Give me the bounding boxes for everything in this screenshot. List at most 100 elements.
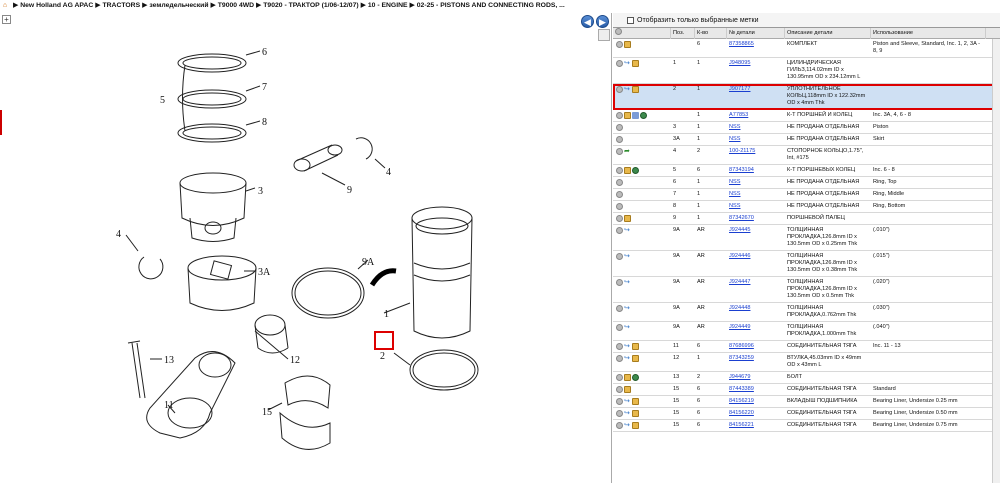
diagram-pane[interactable]: + ◀ ▶ 6 7 8 5 4 9 3 4 3A 9A 1 2 13 12 11… (0, 13, 612, 483)
table-row[interactable]: 15 6 87443389 СОЕДИНИТЕЛЬНАЯ ТЯГА Standard (613, 384, 1000, 396)
table-row[interactable]: ↪ 2 1 J907177 УПЛОТНИТЕЛЬНОЕ КОЛЬЦ,118mm ID … (613, 84, 1000, 110)
gear-icon[interactable] (616, 398, 623, 405)
table-row[interactable]: ↪ 12 1 87343259 ВТУЛКА,45.03mm ID x 49mm OD … (613, 353, 1000, 372)
table-row[interactable]: 13 2 J944679 БОЛТ (613, 372, 1000, 384)
highlighted-callout-box[interactable] (374, 331, 394, 350)
box-icon[interactable] (632, 343, 639, 350)
settings-icon[interactable] (615, 27, 622, 35)
table-row[interactable]: ↪ 1 1 J948095 ЦИЛИНДРИЧЕСКАЯ ГИЛЬЗ,114.02mm … (613, 58, 1000, 84)
table-row[interactable]: 7 1 NSS НЕ ПРОДАНА ОТДЕЛЬНАЯ Ring, Middle (613, 189, 1000, 201)
table-row[interactable]: ↪ 11 6 87686996 СОЕДИНИТЕЛЬНАЯ ТЯГА Inc. 11 -… (613, 341, 1000, 353)
row-part-number[interactable]: 84156220 (729, 410, 754, 416)
row-part-number[interactable]: 84156219 (729, 398, 754, 404)
row-part-number[interactable]: A77853 (729, 112, 748, 118)
gear-icon[interactable] (616, 279, 623, 286)
box-icon[interactable] (632, 422, 639, 429)
globe-icon[interactable] (632, 167, 639, 174)
gear-icon[interactable] (616, 343, 623, 350)
filter-checkbox[interactable] (627, 16, 634, 24)
table-row[interactable]: ↪ 9A AR J924446 ТОЛЩИННАЯ ПРОКЛАДКА,126.8mm … (613, 251, 1000, 277)
gear-icon[interactable] (616, 374, 623, 381)
gear-icon[interactable] (616, 41, 623, 48)
arrow-icon[interactable]: ↪ (624, 60, 631, 67)
box-icon[interactable] (624, 41, 631, 48)
row-part-number[interactable]: NSS (729, 179, 741, 185)
table-row[interactable]: ↪ 15 6 84156219 ВКЛАДЫШ ПОДШИПНИКА Bearing Li… (613, 396, 1000, 408)
table-row[interactable]: 3A 1 NSS НЕ ПРОДАНА ОТДЕЛЬНАЯ Skirt (613, 134, 1000, 146)
table-row[interactable]: ➦ 4 2 100-21175 СТОПОРНОЕ КОЛЬЦО,1.75", Int,… (613, 146, 1000, 165)
breadcrumb-item[interactable]: TRACTORS (102, 2, 140, 9)
parts-list-scrollbar[interactable] (992, 39, 1000, 483)
row-part-number[interactable]: J924448 (729, 305, 750, 311)
breadcrumb-item[interactable]: земледельческий (149, 2, 208, 9)
box-icon[interactable] (624, 112, 631, 119)
header-icons[interactable] (613, 27, 671, 39)
box-icon[interactable] (632, 410, 639, 417)
breadcrumb-item[interactable]: 02-25 - PISTONS AND CONNECTING RODS, ... (417, 2, 565, 9)
row-part-number[interactable]: NSS (729, 203, 741, 209)
gear-icon[interactable] (616, 215, 623, 222)
box-icon[interactable] (632, 86, 639, 93)
row-part-number[interactable]: 87358865 (729, 41, 754, 47)
header-pos[interactable]: Поз. (671, 27, 695, 39)
row-part-number[interactable]: J944679 (729, 374, 750, 380)
box-icon[interactable] (632, 398, 639, 405)
gear-icon[interactable] (616, 410, 623, 417)
gear-icon[interactable] (616, 191, 623, 198)
arrow-icon[interactable]: ↪ (624, 253, 631, 260)
box-icon[interactable] (624, 167, 631, 174)
table-row[interactable]: 6 1 NSS НЕ ПРОДАНА ОТДЕЛЬНАЯ Ring, Top (613, 177, 1000, 189)
row-part-number[interactable]: J924446 (729, 253, 750, 259)
row-part-number[interactable]: J924447 (729, 279, 750, 285)
row-part-number[interactable]: 87686996 (729, 343, 754, 349)
header-description[interactable]: Описание детали (785, 27, 871, 39)
breadcrumb-item[interactable]: 10 - ENGINE (368, 2, 408, 9)
table-row[interactable]: 8 1 NSS НЕ ПРОДАНА ОТДЕЛЬНАЯ Ring, Bottom (613, 201, 1000, 213)
box-icon[interactable] (632, 60, 639, 67)
row-part-number[interactable]: J924449 (729, 324, 750, 330)
gear-icon[interactable] (616, 86, 623, 93)
arrow-icon[interactable]: ↪ (624, 398, 631, 405)
gear-icon[interactable] (616, 136, 623, 143)
gear-icon[interactable] (616, 422, 623, 429)
gear-icon[interactable] (616, 386, 623, 393)
table-row[interactable]: 5 6 87343194 К-Т ПОРШНЕВЫХ КОЛЕЦ Inc. 6 - 8 (613, 165, 1000, 177)
gear-icon[interactable] (616, 112, 623, 119)
row-part-number[interactable]: NSS (729, 124, 741, 130)
gear-icon[interactable] (616, 253, 623, 260)
home-icon[interactable]: ⌂ (3, 2, 7, 9)
arrow-icon[interactable]: ↪ (624, 305, 631, 312)
table-row[interactable]: ↪ 9A AR J924447 ТОЛЩИННАЯ ПРОКЛАДКА,126.8mm … (613, 277, 1000, 303)
row-part-number[interactable]: J907177 (729, 86, 750, 92)
row-part-number[interactable]: 87343194 (729, 167, 754, 173)
green-icon[interactable]: ➦ (624, 148, 631, 155)
table-row[interactable]: 1 A77853 К-Т ПОРШНЕЙ И КОЛЕЦ Inc. 3A, 4, 6 … (613, 110, 1000, 122)
row-part-number[interactable]: J948095 (729, 60, 750, 66)
table-row[interactable]: 6 87358865 КОМПЛЕКТ Piston and Sleeve, Stan… (613, 39, 1000, 58)
gear-icon[interactable] (616, 324, 623, 331)
table-row[interactable]: ↪ 9A AR J924449 ТОЛЩИННАЯ ПРОКЛАДКА,1.000mm … (613, 322, 1000, 341)
gear-icon[interactable] (616, 148, 623, 155)
table-row[interactable]: 9 1 87342670 ПОРШНЕВОЙ ПАЛЕЦ (613, 213, 1000, 225)
box-icon[interactable] (624, 215, 631, 222)
arrow-icon[interactable]: ↪ (624, 343, 631, 350)
row-part-number[interactable]: 84156221 (729, 422, 754, 428)
header-qty[interactable]: К-во (695, 27, 727, 39)
breadcrumb-item[interactable]: T9020 - ТРАКТОР (1/06-12/07) (263, 2, 358, 9)
row-part-number[interactable]: 100-21175 (729, 148, 755, 154)
row-part-number[interactable]: 87342670 (729, 215, 754, 221)
table-row[interactable]: ↪ 9A AR J924445 ТОЛЩИННАЯ ПРОКЛАДКА,126.8mm … (613, 225, 1000, 251)
arrow-icon[interactable]: ↪ (624, 355, 631, 362)
row-part-number[interactable]: 87343259 (729, 355, 754, 361)
header-part-number[interactable]: № детали (727, 27, 785, 39)
table-row[interactable]: 3 1 NSS НЕ ПРОДАНА ОТДЕЛЬНАЯ Piston (613, 122, 1000, 134)
table-row[interactable]: ↪ 15 6 84156220 СОЕДИНИТЕЛЬНАЯ ТЯГА Bearing L… (613, 408, 1000, 420)
table-row[interactable]: ↪ 9A AR J924448 ТОЛЩИННАЯ ПРОКЛАДКА,0.762mm … (613, 303, 1000, 322)
box-icon[interactable] (624, 374, 631, 381)
row-part-number[interactable]: NSS (729, 136, 741, 142)
arrow-icon[interactable]: ↪ (624, 86, 631, 93)
gear-icon[interactable] (616, 124, 623, 131)
arrow-icon[interactable]: ↪ (624, 410, 631, 417)
table-row[interactable]: ↪ 15 6 84156221 СОЕДИНИТЕЛЬНАЯ ТЯГА Bearing L… (613, 420, 1000, 432)
gear-icon[interactable] (616, 167, 623, 174)
